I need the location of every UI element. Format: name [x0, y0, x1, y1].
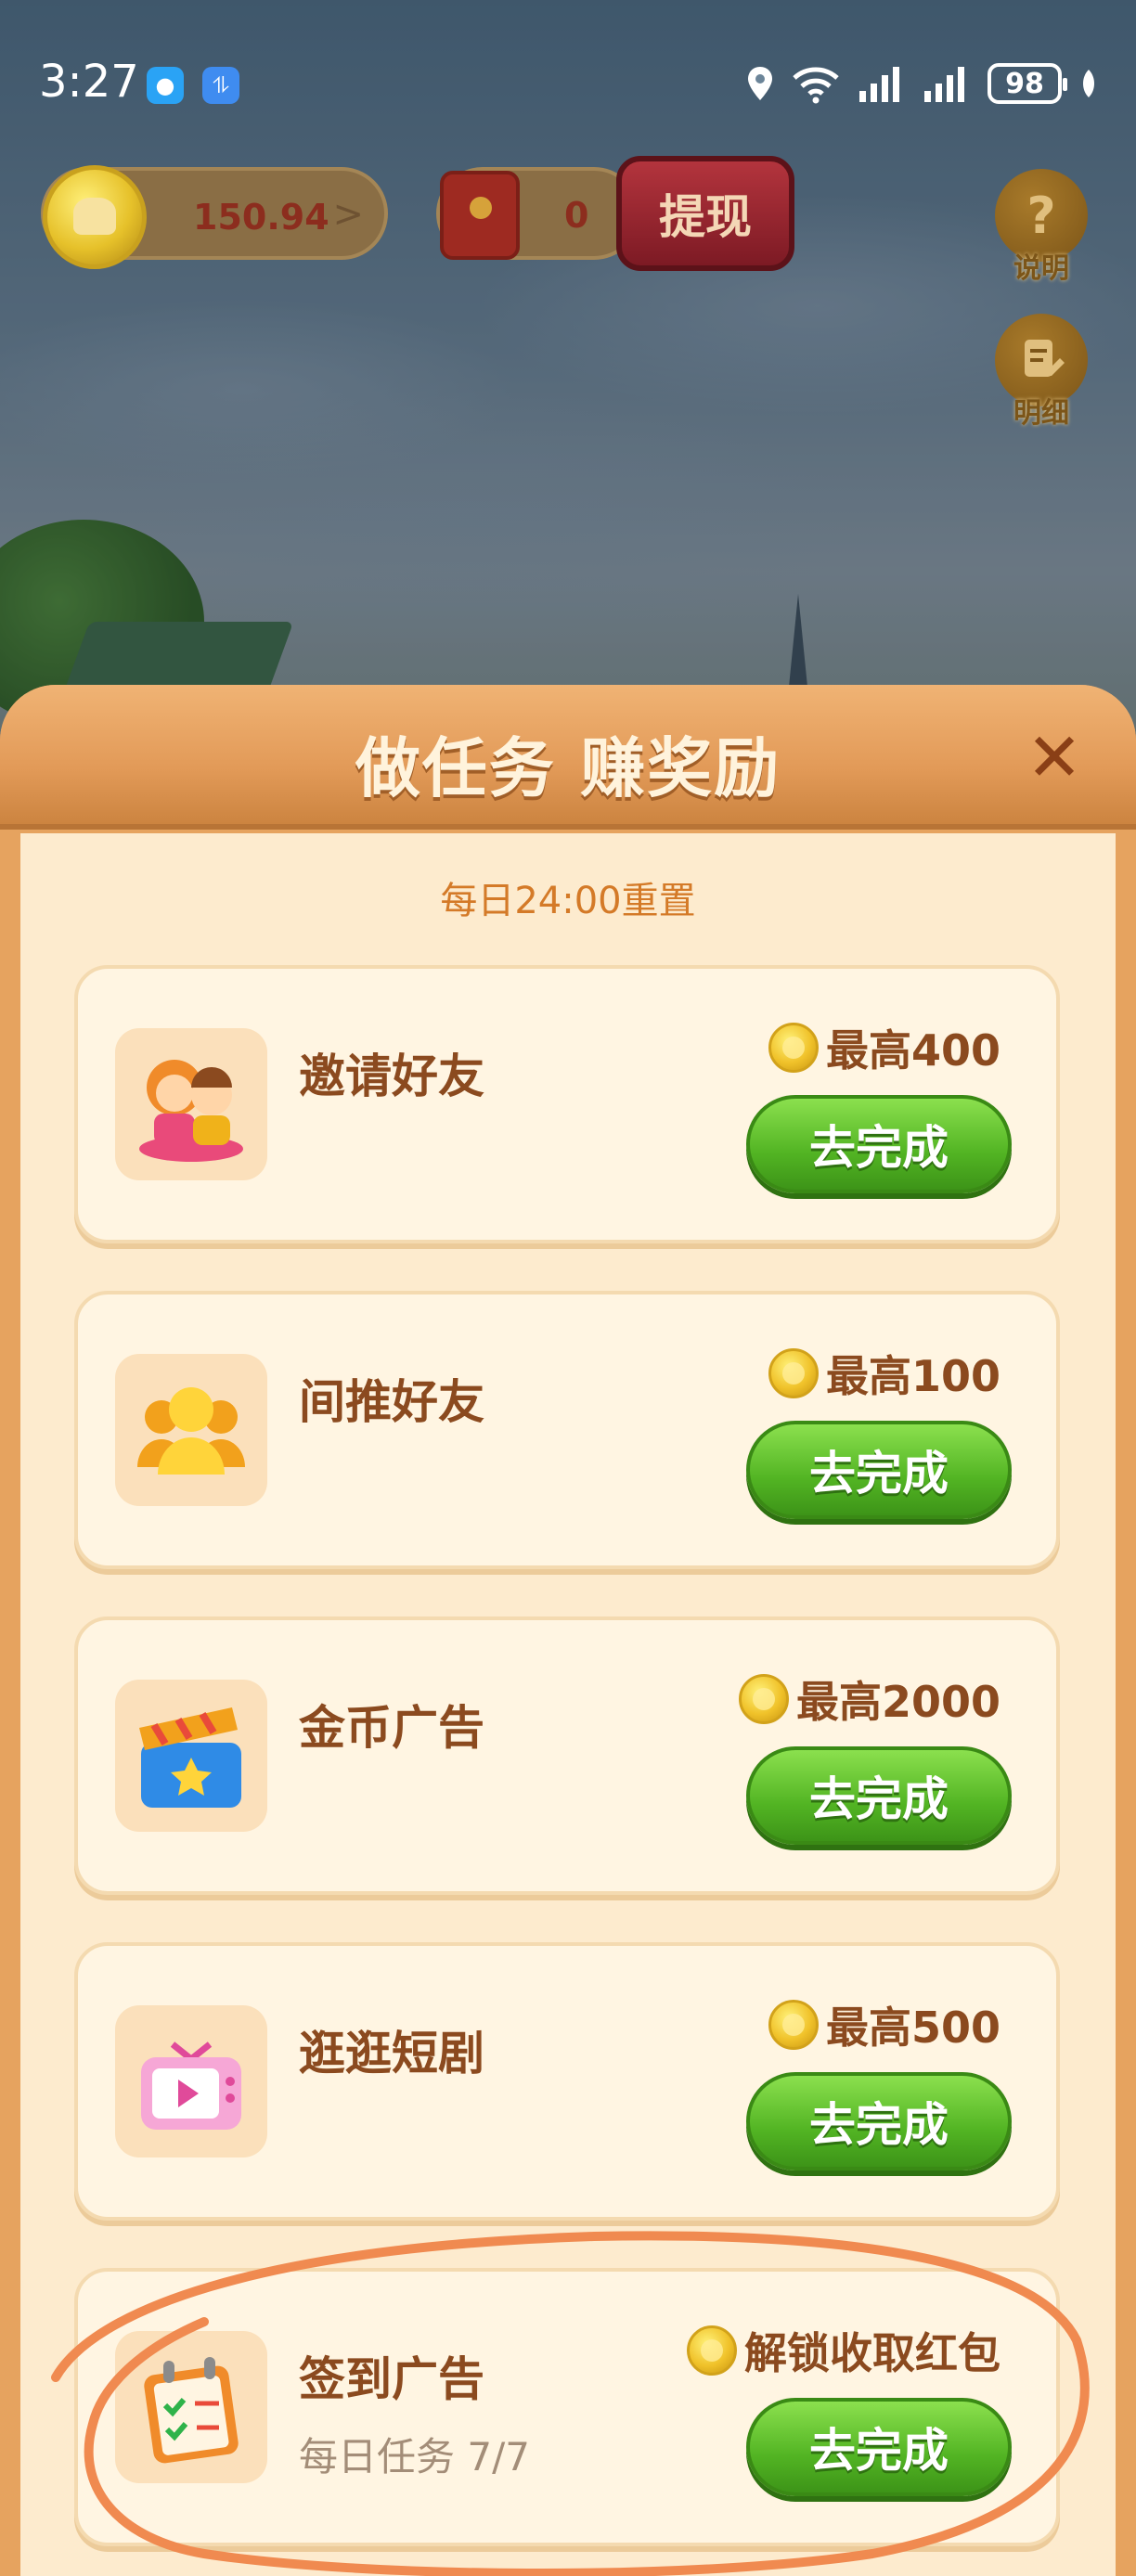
task-card: 邀请好友 最高400 去完成 [74, 965, 1060, 1243]
task-name: 签到广告 [299, 2352, 484, 2406]
go-complete-button[interactable]: 去完成 [746, 2072, 1012, 2170]
panel-title: 做任务 赚奖励 [355, 730, 781, 806]
reward-text: 最高400 [825, 1025, 1000, 1075]
help-button[interactable]: ? 说明 [993, 169, 1090, 286]
gold-coin-icon [43, 165, 147, 269]
status-time: 3:27 [39, 56, 139, 108]
group-users-icon [115, 1354, 267, 1506]
task-reward: 最高2000 [738, 1668, 1000, 1730]
reward-text: 最高500 [825, 2003, 1000, 2053]
task-card: 签到广告 每日任务 7/7 解锁收取红包 去完成 [74, 2268, 1060, 2546]
task-name: 金币广告 [299, 1701, 484, 1755]
coin-icon [687, 2325, 737, 2376]
reward-text: 解锁收取红包 [744, 2328, 1000, 2378]
signal-icon [858, 65, 906, 102]
tv-play-icon [115, 2005, 267, 2157]
coin-balance-button[interactable]: 150.94 > [41, 165, 388, 269]
task-card: 金币广告 最高2000 去完成 [74, 1616, 1060, 1895]
task-name: 间推好友 [299, 1375, 484, 1429]
location-icon [746, 65, 774, 102]
signal-icon [923, 65, 971, 102]
app-icon: ⥮ [202, 67, 239, 104]
panel-header: 做任务 赚奖励 ✕ [0, 685, 1136, 830]
coin-balance: 150.94 [193, 197, 329, 238]
red-packet-count: 0 [564, 195, 589, 236]
message-app-icon: ● [147, 67, 184, 104]
battery-icon: 98 [988, 63, 1067, 104]
red-packet-counter: 0 [436, 167, 640, 260]
task-reward: 最高400 [768, 1017, 1000, 1078]
task-card: 逛逛短剧 最高500 去完成 [74, 1942, 1060, 2221]
status-indicators: 98 [746, 59, 1099, 108]
status-bar: 3:27 ● ⥮ 98 [0, 0, 1136, 167]
leaf-icon [1078, 68, 1099, 99]
detail-label: 明细 [1013, 397, 1069, 430]
task-card: 间推好友 最高100 去完成 [74, 1291, 1060, 1569]
coin-icon [768, 1348, 819, 1398]
chevron-right-icon: > [332, 193, 364, 236]
task-progress: 每日任务 7/7 [299, 2434, 530, 2479]
task-name: 邀请好友 [299, 1050, 484, 1103]
task-reward: 解锁收取红包 [687, 2320, 1000, 2381]
coin-icon [738, 1674, 789, 1724]
close-icon[interactable]: ✕ [1021, 724, 1088, 791]
go-complete-button[interactable]: 去完成 [746, 1095, 1012, 1193]
clapperboard-icon [115, 1680, 267, 1832]
reset-note: 每日24:00重置 [440, 880, 696, 922]
checklist-icon [115, 2331, 267, 2483]
go-complete-button[interactable]: 去完成 [746, 2398, 1012, 2496]
go-complete-button[interactable]: 去完成 [746, 1746, 1012, 1845]
detail-button[interactable]: 明细 [993, 314, 1090, 431]
go-complete-button[interactable]: 去完成 [746, 1421, 1012, 1519]
red-packet-icon [440, 171, 520, 260]
reward-text: 最高100 [825, 1351, 1000, 1401]
coin-icon [768, 1023, 819, 1073]
coin-icon [768, 2000, 819, 2050]
wifi-icon [791, 63, 841, 104]
withdraw-button[interactable]: 提现 [616, 156, 794, 271]
reward-text: 最高2000 [795, 1677, 1000, 1727]
task-name: 逛逛短剧 [299, 2027, 484, 2080]
task-reward: 最高100 [768, 1343, 1000, 1404]
help-label: 说明 [1013, 252, 1069, 285]
invite-friends-icon [115, 1028, 267, 1180]
task-reward: 最高500 [768, 1994, 1000, 2055]
